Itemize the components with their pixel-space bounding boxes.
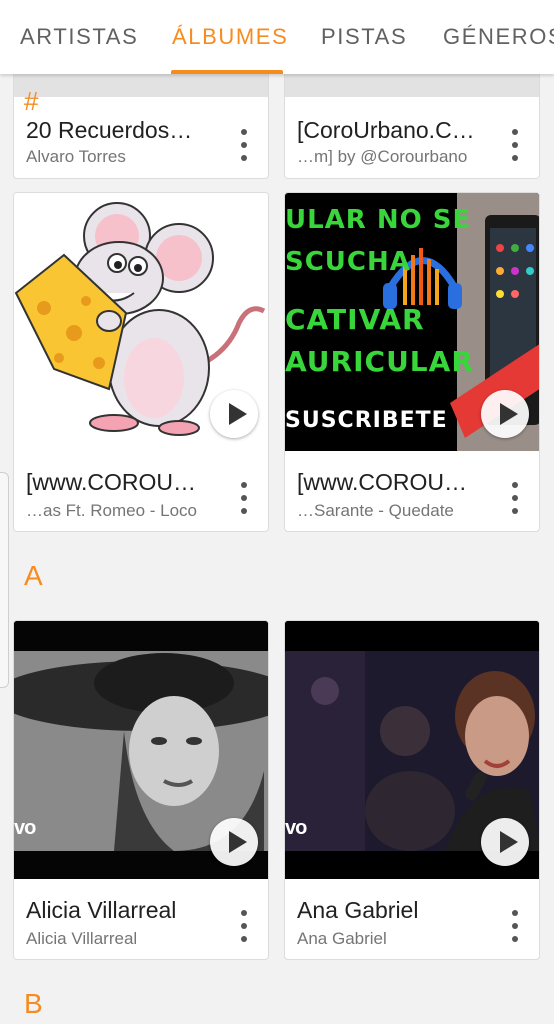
vevo-watermark: vo (14, 817, 36, 839)
tab-artistas[interactable]: ARTISTAS (20, 24, 138, 50)
more-vert-icon[interactable] (505, 910, 525, 946)
more-vert-icon[interactable] (505, 129, 525, 165)
album-card[interactable]: ULAR NO SE SCUCHA CATIVAR AURICULAR SUSC… (284, 192, 540, 532)
album-card[interactable]: vo Alicia Villarreal Alicia Villarreal (13, 620, 269, 960)
more-vert-icon[interactable] (234, 482, 254, 518)
promo-subscribe: SUSCRIBETE (285, 408, 448, 433)
section-header-a: A (24, 560, 43, 591)
play-icon[interactable] (210, 818, 258, 866)
album-artist: …m] by @Corourbano (297, 147, 468, 166)
album-card[interactable]: vo Ana Gabriel Ana Gabriel (284, 620, 540, 960)
active-tab-indicator (171, 70, 283, 74)
section-header-hash: # (24, 86, 39, 116)
album-artist: Alicia Villarreal (26, 929, 138, 948)
album-artist: …Sarante - Quedate (297, 501, 454, 520)
tab-bar: ARTISTAS ÁLBUMES PISTAS GÉNEROS (0, 0, 554, 74)
album-card[interactable]: [www.COROU… …as Ft. Romeo - Loco (13, 192, 269, 532)
vevo-watermark: vo (285, 817, 307, 839)
tab-generos[interactable]: GÉNEROS (443, 24, 554, 50)
promo-line: ULAR NO SE (285, 205, 472, 235)
promo-line: CATIVAR (285, 303, 425, 336)
album-artist: Ana Gabriel (297, 929, 387, 948)
play-icon[interactable] (481, 818, 529, 866)
promo-line: SCUCHA (285, 247, 411, 277)
album-title: Alicia Villarreal (26, 897, 177, 923)
album-title: [www.COROU… (26, 469, 196, 495)
album-artist: Alvaro Torres (26, 147, 126, 166)
album-title: [www.COROU… (297, 469, 467, 495)
play-icon[interactable] (481, 390, 529, 438)
album-title: 20 Recuerdos… (26, 117, 193, 143)
more-vert-icon[interactable] (234, 129, 254, 165)
tab-albumes[interactable]: ÁLBUMES (172, 24, 288, 50)
fast-scroll-handle[interactable] (0, 472, 9, 688)
album-artist: …as Ft. Romeo - Loco (26, 501, 198, 520)
more-vert-icon[interactable] (234, 910, 254, 946)
more-vert-icon[interactable] (505, 482, 525, 518)
album-title: Ana Gabriel (297, 897, 419, 923)
promo-line: AURICULAR (285, 345, 474, 378)
section-header-b: B (24, 988, 43, 1019)
play-icon[interactable] (210, 390, 258, 438)
album-title: [CoroUrbano.C… (297, 117, 475, 143)
tab-pistas[interactable]: PISTAS (321, 24, 407, 50)
